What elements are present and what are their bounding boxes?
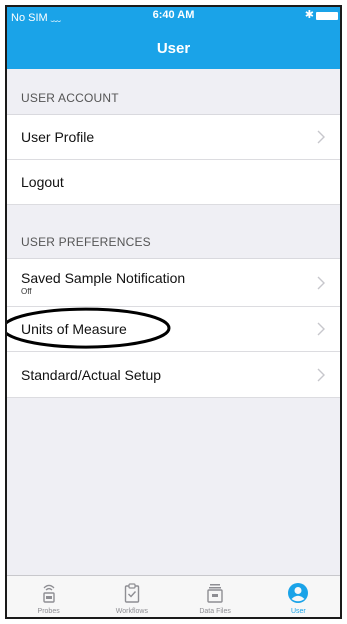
row-label: Standard/Actual Setup [21,366,162,383]
row-label: User Profile [21,129,95,145]
phone-screen: No SIM ﹏ 6:40 AM ✱ User USER ACCOUNT User… [5,5,342,619]
row-label: Units of Measure [21,321,127,337]
tab-probes[interactable]: Probes [7,576,90,617]
probe-icon [38,582,60,604]
tab-label: Probes [37,608,60,615]
row-logout[interactable]: Logout [7,160,340,205]
battery-icon [316,12,338,20]
top-bar: No SIM ﹏ 6:40 AM ✱ User [7,7,340,69]
chevron-right-icon [316,368,326,382]
user-icon [287,582,309,604]
chevron-right-icon [316,322,326,336]
section-header-user-preferences: USER PREFERENCES [7,205,340,259]
tab-user[interactable]: User [257,576,340,617]
bluetooth-icon: ✱ [304,9,314,21]
status-bar: No SIM ﹏ 6:40 AM ✱ [7,8,340,24]
row-value: Off [21,286,32,296]
page-title: User [156,40,191,57]
settings-list: USER ACCOUNT User Profile Logout USER PR… [7,69,340,398]
status-time: 6:40 AM [152,9,195,21]
tab-label: Workflows [115,608,148,615]
row-user-profile[interactable]: User Profile [7,115,340,160]
tab-bar: Probes Workflows Data Files User [7,575,340,617]
section-header-user-account: USER ACCOUNT [7,69,340,115]
row-saved-sample-notification[interactable]: Saved Sample Notification Off [7,259,340,307]
chevron-right-icon [316,276,326,290]
tab-label: Data Files [199,608,231,615]
tab-label: User [290,608,306,615]
chevron-right-icon [316,130,326,144]
row-label: Logout [21,174,64,190]
row-standard-actual-setup[interactable]: Standard/Actual Setup [7,352,340,398]
row-label: Saved Sample Notification [21,269,186,286]
clipboard-check-icon [121,582,143,604]
row-units-of-measure[interactable]: Units of Measure [7,307,340,352]
data-files-icon [204,582,226,604]
tab-data-files[interactable]: Data Files [174,576,257,617]
tab-workflows[interactable]: Workflows [90,576,173,617]
